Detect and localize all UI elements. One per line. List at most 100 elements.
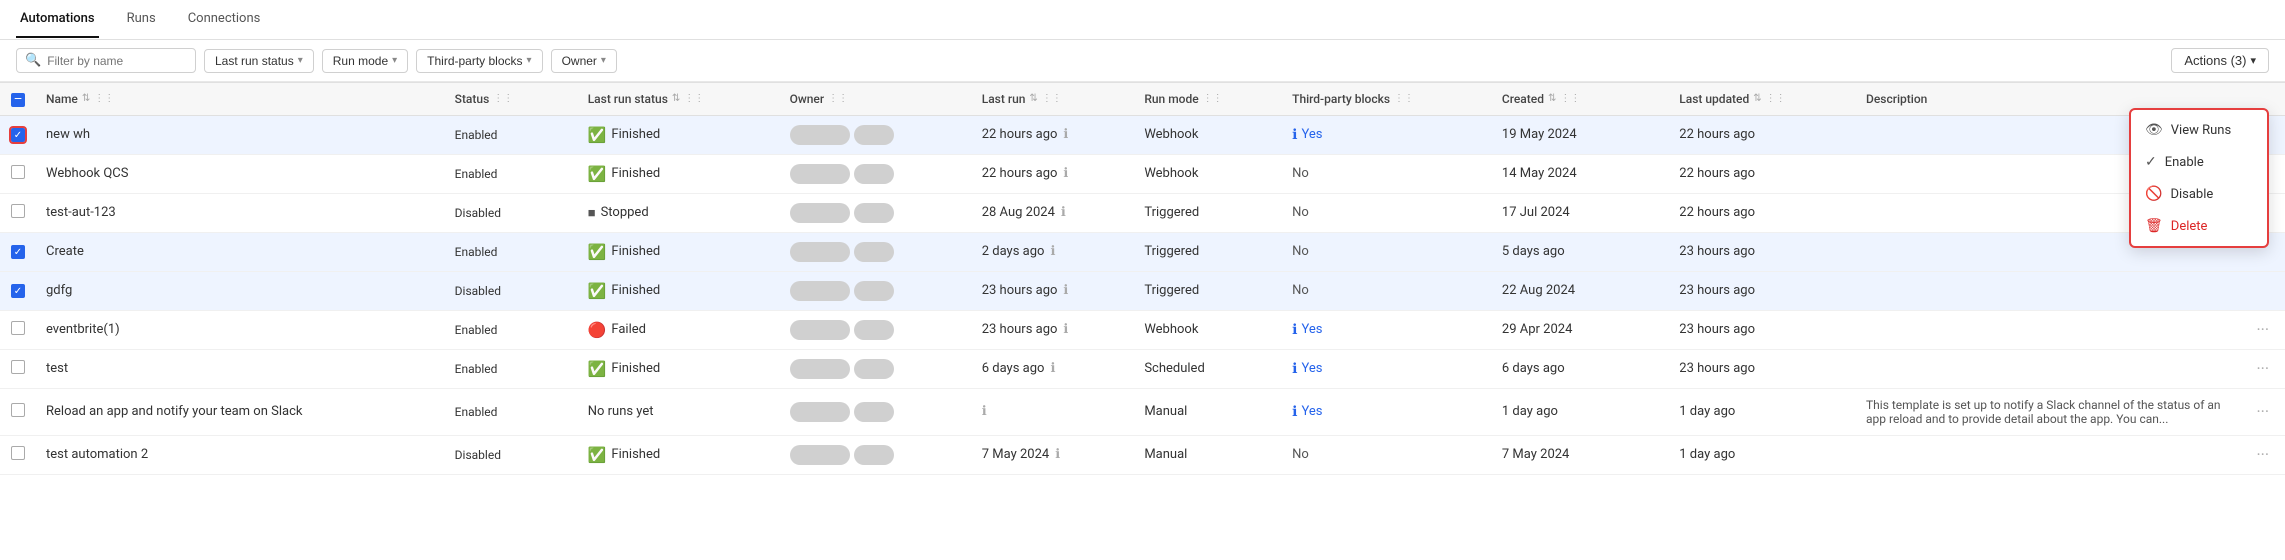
avatar (854, 242, 894, 262)
row-last-updated: 1 day ago (1669, 388, 1856, 435)
row-description (1856, 271, 2240, 310)
info-icon[interactable]: ℹ (1063, 127, 1068, 142)
row-last-updated: 22 hours ago (1669, 193, 1856, 232)
row-checkbox[interactable] (11, 204, 25, 218)
row-checkbox-cell (0, 310, 36, 349)
row-run-mode: Triggered (1134, 271, 1282, 310)
info-icon[interactable]: ℹ (1063, 166, 1068, 181)
select-all-checkbox[interactable]: — (11, 93, 25, 107)
info-circle-icon[interactable]: ℹ (1292, 404, 1297, 420)
third-party-yes: ℹ Yes (1292, 322, 1482, 338)
owner-avatar-group (790, 359, 962, 379)
third-party-no: No (1292, 166, 1482, 181)
row-name[interactable]: Webhook QCS (36, 154, 445, 193)
row-owner (780, 388, 972, 435)
row-created: 7 May 2024 (1492, 435, 1669, 474)
tab-automations[interactable]: Automations (16, 1, 99, 38)
row-last-updated: 22 hours ago (1669, 154, 1856, 193)
row-checkbox[interactable]: ✓ (11, 128, 25, 142)
sort-icon[interactable]: ⇅ (1029, 93, 1037, 104)
row-checkbox[interactable] (11, 360, 25, 374)
dropdown-item-delete[interactable]: 🗑 Delete (2131, 210, 2267, 242)
column-options-icon[interactable]: ⋮⋮ (828, 93, 848, 104)
owner-avatar-group (790, 242, 962, 262)
row-more-button[interactable]: ··· (2250, 318, 2275, 341)
row-status: Disabled (445, 193, 578, 232)
filter-last-run-status[interactable]: Last run status ▾ (204, 49, 314, 73)
finished-icon: ✅ (588, 165, 607, 183)
dropdown-item-view-runs[interactable]: 👁 View Runs (2131, 114, 2267, 146)
row-more-button[interactable]: ··· (2250, 443, 2275, 466)
finished-icon: ✅ (588, 126, 607, 144)
search-box[interactable]: 🔍 (16, 48, 196, 73)
row-checkbox[interactable] (11, 321, 25, 335)
col-header-checkbox[interactable]: — (0, 83, 36, 116)
info-circle-icon[interactable]: ℹ (1292, 361, 1297, 377)
finished-icon: ✅ (588, 360, 607, 378)
row-name[interactable]: eventbrite(1) (36, 310, 445, 349)
info-icon[interactable]: ℹ (1055, 447, 1060, 462)
row-checkbox[interactable] (11, 446, 25, 460)
col-header-name: Name ⇅ ⋮⋮ (36, 83, 445, 116)
column-options-icon[interactable]: ⋮⋮ (1560, 93, 1580, 104)
col-header-run-mode: Run mode ⋮⋮ (1134, 83, 1282, 116)
third-party-no: No (1292, 447, 1482, 462)
row-third-party: No (1282, 154, 1492, 193)
info-icon[interactable]: ℹ (1061, 205, 1066, 220)
avatar (854, 359, 894, 379)
actions-dropdown: 👁 View Runs ✓ Enable 🚫 Disable 🗑 Delete (2129, 108, 2269, 248)
row-name[interactable]: test-aut-123 (36, 193, 445, 232)
row-name[interactable]: Create (36, 232, 445, 271)
column-options-icon[interactable]: ⋮⋮ (94, 93, 114, 104)
row-checkbox-cell (0, 154, 36, 193)
row-checkbox[interactable] (11, 403, 25, 417)
chevron-down-icon: ▾ (601, 55, 606, 66)
row-checkbox[interactable]: ✓ (11, 245, 25, 259)
sort-icon[interactable]: ⇅ (1548, 93, 1556, 104)
column-options-icon[interactable]: ⋮⋮ (1203, 93, 1223, 104)
column-options-icon[interactable]: ⋮⋮ (684, 93, 704, 104)
row-name[interactable]: new wh (36, 115, 445, 154)
row-name[interactable]: test automation 2 (36, 435, 445, 474)
column-options-icon[interactable]: ⋮⋮ (1766, 93, 1786, 104)
column-options-icon[interactable]: ⋮⋮ (1394, 93, 1414, 104)
info-icon[interactable]: ℹ (1063, 283, 1068, 298)
info-circle-icon[interactable]: ℹ (1292, 322, 1297, 338)
info-circle-icon[interactable]: ℹ (1292, 127, 1297, 143)
filter-third-party-blocks[interactable]: Third-party blocks ▾ (416, 49, 542, 73)
tab-runs[interactable]: Runs (123, 1, 160, 38)
row-checkbox[interactable] (11, 165, 25, 179)
row-owner (780, 232, 972, 271)
sort-icon[interactable]: ⇅ (82, 93, 90, 104)
dropdown-item-enable[interactable]: ✓ Enable (2131, 146, 2267, 178)
info-icon[interactable]: ℹ (1050, 361, 1055, 376)
check-icon: ✓ (2145, 154, 2157, 170)
row-run-mode: Webhook (1134, 310, 1282, 349)
info-icon[interactable]: ℹ (1050, 244, 1055, 259)
info-icon[interactable]: ℹ (1063, 322, 1068, 337)
sort-icon[interactable]: ⇅ (1753, 93, 1761, 104)
row-run-mode: Triggered (1134, 193, 1282, 232)
search-input[interactable] (47, 54, 187, 68)
row-created: 17 Jul 2024 (1492, 193, 1669, 232)
dropdown-item-disable[interactable]: 🚫 Disable (2131, 178, 2267, 210)
row-name[interactable]: Reload an app and notify your team on Sl… (36, 388, 445, 435)
row-actions-cell (2240, 271, 2285, 310)
row-more-button[interactable]: ··· (2250, 400, 2275, 423)
actions-button[interactable]: Actions (3) ▾ (2171, 48, 2269, 73)
column-options-icon[interactable]: ⋮⋮ (493, 93, 513, 104)
filter-owner[interactable]: Owner ▾ (551, 49, 617, 73)
row-more-button[interactable]: ··· (2250, 357, 2275, 380)
avatar (854, 445, 894, 465)
sort-icon[interactable]: ⇅ (672, 93, 680, 104)
row-checkbox[interactable]: ✓ (11, 284, 25, 298)
filter-run-mode[interactable]: Run mode ▾ (322, 49, 408, 73)
row-name[interactable]: gdfg (36, 271, 445, 310)
tab-connections[interactable]: Connections (184, 1, 265, 38)
owner-avatar-group (790, 203, 962, 223)
row-last-updated: 22 hours ago (1669, 115, 1856, 154)
info-icon[interactable]: ℹ (982, 404, 987, 419)
row-name[interactable]: test (36, 349, 445, 388)
column-options-icon[interactable]: ⋮⋮ (1042, 93, 1062, 104)
table-row: ✓new whEnabled✅ Finished22 hours agoℹWeb… (0, 115, 2285, 154)
